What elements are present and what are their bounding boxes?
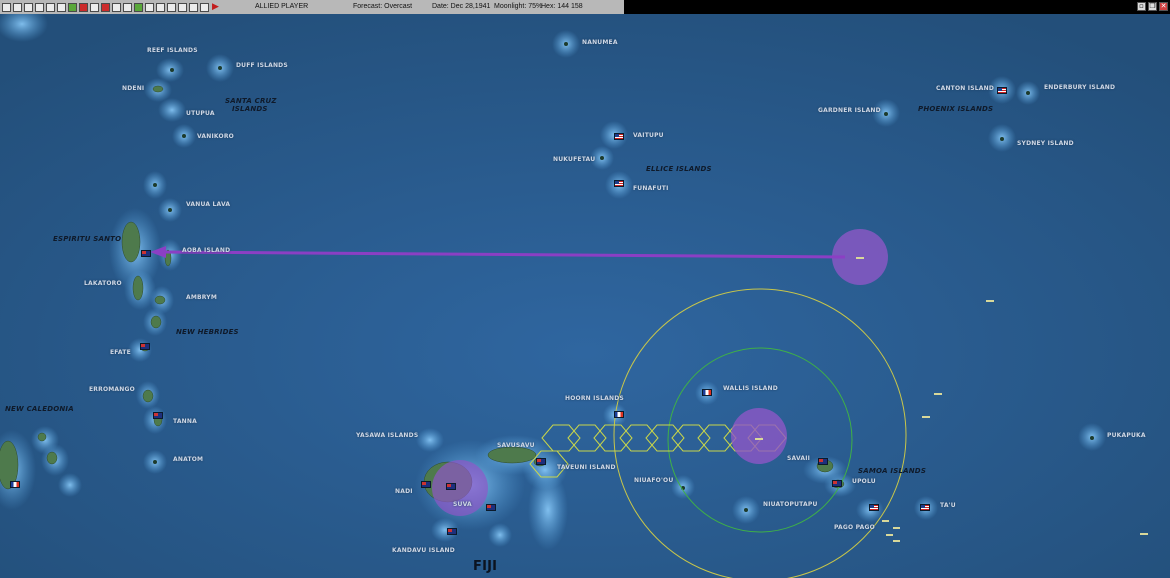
- label-ambrym: AMBRYM: [186, 294, 217, 301]
- label-kandavu-island: KANDAVU ISLAND: [392, 547, 455, 554]
- label-new-hebrides: NEW HEBRIDES: [176, 328, 239, 336]
- date-text: Date: Dec 28,1941: [432, 3, 491, 10]
- base-flag-taveuni[interactable]: [536, 458, 546, 465]
- toolbar-button-2[interactable]: [13, 2, 22, 12]
- label-taveuni-island: TAVEUNI ISLAND: [557, 464, 616, 471]
- base-flag-fiji-south[interactable]: [486, 504, 496, 511]
- label-aoba-island: AOBA ISLAND: [182, 247, 231, 254]
- label-duff-islands: DUFF ISLANDS: [236, 62, 288, 69]
- label-vaitupu: VAITUPU: [633, 132, 664, 139]
- toolbar-button-17[interactable]: [178, 2, 187, 12]
- label-ndeni: NDENI: [122, 85, 145, 92]
- player-label: ALLIED PLAYER: [255, 3, 309, 10]
- label-pago-pago: PAGO PAGO: [834, 524, 875, 531]
- task-force-marker-wallis[interactable]: [731, 408, 787, 464]
- label-funafuti: FUNAFUTI: [633, 185, 669, 192]
- play-icon[interactable]: ▶: [211, 3, 220, 12]
- toolbar-button-4[interactable]: [35, 2, 44, 12]
- label-wallis-island: WALLIS ISLAND: [723, 385, 778, 392]
- base-flag-efate[interactable]: [140, 343, 150, 350]
- restore-icon[interactable]: ❐: [1148, 2, 1157, 11]
- label-erromango: ERROMANGO: [89, 386, 135, 393]
- label-savaii: SAVAII: [787, 455, 811, 462]
- map-canvas: [0, 14, 1170, 578]
- label-nukufetau: NUKUFETAU: [553, 156, 596, 163]
- label-santa-cruz: SANTA CRUZ: [225, 97, 277, 105]
- label-samoa-islands: SAMOA ISLANDS: [858, 467, 927, 475]
- label-phoenix-islands: PHOENIX ISLANDS: [918, 105, 994, 113]
- toolbar-button-11[interactable]: [112, 2, 121, 12]
- toolbar: ▶ ALLIED PLAYER Forecast: Overcast Date:…: [0, 0, 624, 15]
- base-flag-pago-pago[interactable]: [869, 504, 879, 511]
- label-suva: SUVA: [453, 501, 472, 508]
- base-flag-new-caledonia[interactable]: [10, 481, 20, 488]
- toolbar-button-1[interactable]: [2, 2, 11, 12]
- toolbar-button-3[interactable]: [24, 2, 33, 12]
- label-nadi: NADI: [395, 488, 413, 495]
- base-flag-upolu[interactable]: [832, 480, 842, 487]
- toolbar-button-13[interactable]: [134, 2, 143, 12]
- toolbar-button-10[interactable]: [101, 2, 110, 12]
- toolbar-button-14[interactable]: [145, 2, 154, 12]
- label-pukapuka: PUKAPUKA: [1107, 432, 1146, 439]
- label-ellice-islands: ELLICE ISLANDS: [646, 165, 712, 173]
- label-anatom: ANATOM: [173, 456, 204, 463]
- toolbar-button-8[interactable]: [79, 2, 88, 12]
- label-reef-islands: REEF ISLANDS: [147, 47, 198, 54]
- label-nanumea: NANUMEA: [582, 39, 618, 46]
- label-hoorn-islands: HOORN ISLANDS: [565, 395, 624, 402]
- minimize-icon[interactable]: ▫: [1137, 2, 1146, 11]
- label-espiritu-santo: ESPIRITU SANTO: [53, 235, 122, 243]
- base-flag-tanna[interactable]: [153, 412, 163, 419]
- moonlight-text: Moonlight: 75%: [494, 3, 543, 10]
- label-sydney-island: SYDNEY ISLAND: [1017, 140, 1074, 147]
- hex-text: Hex: 144 158: [541, 3, 583, 10]
- label-savusavu: SAVUSAVU: [497, 442, 535, 449]
- window-controls: ▫ ❐ ✕: [1135, 2, 1168, 11]
- base-flag-funafuti[interactable]: [614, 180, 624, 187]
- label-utupua: UTUPUA: [186, 110, 215, 117]
- label-enderbury-island: ENDERBURY ISLAND: [1044, 84, 1116, 91]
- close-icon[interactable]: ✕: [1159, 2, 1168, 11]
- toolbar-button-16[interactable]: [167, 2, 176, 12]
- label-canton-island: CANTON ISLAND: [936, 85, 994, 92]
- toolbar-button-5[interactable]: [46, 2, 55, 12]
- label-yasawa-islands: YASAWA ISLANDS: [356, 432, 419, 439]
- game-map[interactable]: REEF ISLANDS DUFF ISLANDS NDENI SANTA CR…: [0, 14, 1170, 578]
- toolbar-button-18[interactable]: [189, 2, 198, 12]
- label-niuatoputapu: NIUATOPUTAPU: [763, 501, 818, 508]
- toolbar-button-19[interactable]: [200, 2, 209, 12]
- toolbar-button-9[interactable]: [90, 2, 99, 12]
- base-flag-suva[interactable]: [446, 483, 456, 490]
- label-lakatoro: LAKATORO: [84, 280, 122, 287]
- label-new-caledonia: NEW CALEDONIA: [5, 405, 74, 413]
- toolbar-button-12[interactable]: [123, 2, 132, 12]
- base-flag-nadi[interactable]: [421, 481, 431, 488]
- label-gardner-island: GARDNER ISLAND: [818, 107, 881, 114]
- label-vanua-lava: VANUA LAVA: [186, 201, 231, 208]
- toolbar-button-6[interactable]: [57, 2, 66, 12]
- base-flag-hoorn-islands[interactable]: [614, 411, 624, 418]
- label-efate: EFATE: [110, 349, 131, 356]
- label-fiji: FIJI: [473, 559, 498, 574]
- label-ta-u: TA'U: [940, 502, 956, 509]
- label-vanikoro: VANIKORO: [197, 133, 234, 140]
- base-flag-wallis-island[interactable]: [702, 389, 712, 396]
- base-flag-ta-u[interactable]: [920, 504, 930, 511]
- base-flag-savaii[interactable]: [818, 458, 828, 465]
- label-upolu: UPOLU: [852, 478, 876, 485]
- forecast-text: Forecast: Overcast: [353, 3, 413, 10]
- toolbar-button-15[interactable]: [156, 2, 165, 12]
- base-flag-espiritu-santo[interactable]: [141, 250, 151, 257]
- base-flag-kandavu[interactable]: [447, 528, 457, 535]
- label-niuafoou: NIUAFO'OU: [634, 477, 674, 484]
- label-santa-cruz-islands: ISLANDS: [232, 105, 268, 113]
- label-tanna: TANNA: [173, 418, 197, 425]
- toolbar-button-7[interactable]: [68, 2, 77, 12]
- base-flag-canton-island[interactable]: [997, 87, 1007, 94]
- base-flag-vaitupu[interactable]: [614, 133, 624, 140]
